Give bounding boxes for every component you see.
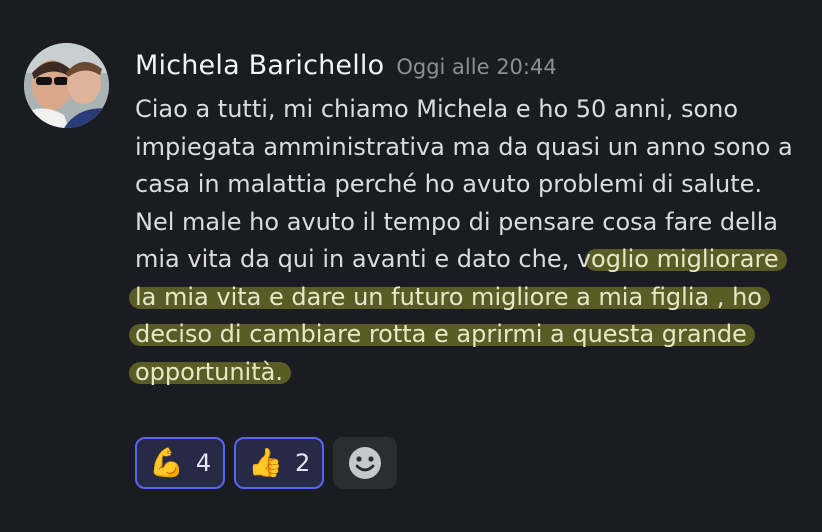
message-line: la mia vita e dare un futuro migliore a …: [135, 279, 815, 317]
author-name[interactable]: Michela Barichello: [135, 50, 384, 81]
message-line: impiegata amministrativa ma da quasi un …: [135, 129, 815, 167]
highlighted-text: la mia vita e dare un futuro migliore a …: [135, 282, 762, 311]
reaction-count: 4: [195, 449, 212, 477]
message-text: Nel male ho avuto il tempo di pensare co…: [135, 207, 778, 236]
message-text: casa in malattia perché ho avuto problem…: [135, 170, 763, 198]
highlighted-text: oglio migliorare: [591, 245, 779, 273]
smiley-face-icon: [349, 447, 382, 479]
message-content: Ciao a tutti, mi chiamo Michela e ho 50 …: [135, 91, 815, 391]
message-line: casa in malattia perché ho avuto problem…: [135, 166, 815, 204]
message-header: Michela Barichello Oggi alle 20:44: [135, 50, 557, 81]
message-text: impiegata amministrativa ma da quasi un …: [135, 132, 793, 161]
thumbs-up-icon: 👍: [248, 446, 284, 479]
add-reaction-button[interactable]: [333, 437, 398, 489]
message-line: opportunità.: [135, 354, 815, 392]
reaction-flexed-biceps[interactable]: 💪 4: [135, 437, 226, 489]
message-line: Ciao a tutti, mi chiamo Michela e ho 50 …: [135, 91, 815, 129]
reactions-bar: 💪 4 👍 2: [135, 437, 398, 489]
message-text: mia vita da qui in avanti e dato che, v: [135, 245, 592, 273]
message-line: deciso di cambiare rotta e aprirmi a que…: [135, 316, 815, 354]
reaction-thumbs-up[interactable]: 👍 2: [234, 437, 325, 489]
message-text: Ciao a tutti, mi chiamo Michela e ho 50 …: [135, 95, 739, 123]
reaction-count: 2: [295, 449, 311, 477]
highlighted-text: opportunità.: [135, 357, 283, 386]
message-timestamp: Oggi alle 20:44: [396, 55, 557, 79]
highlighted-text: deciso di cambiare rotta e aprirmi a que…: [135, 320, 747, 348]
avatar[interactable]: [24, 43, 109, 128]
chat-message: Michela Barichello Oggi alle 20:44 Ciao a…: [0, 0, 822, 532]
message-line: mia vita da qui in avanti e dato che, vo…: [135, 241, 815, 279]
message-line: Nel male ho avuto il tempo di pensare co…: [135, 204, 815, 242]
flexed-biceps-icon: 💪: [149, 446, 184, 479]
